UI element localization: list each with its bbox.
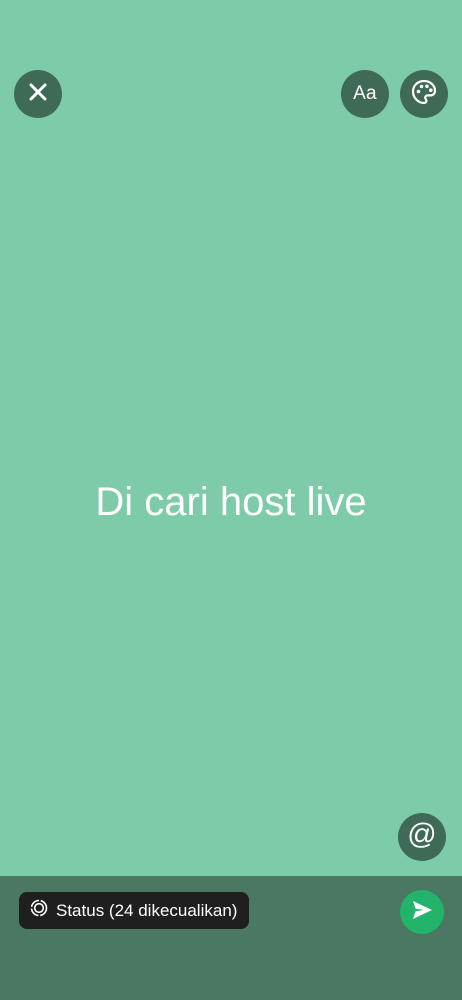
mention-button[interactable]: @ xyxy=(398,813,446,861)
palette-icon xyxy=(410,78,438,111)
mention-icon: @ xyxy=(407,818,437,855)
status-ring-icon xyxy=(30,899,48,922)
send-button[interactable] xyxy=(400,890,444,934)
close-button[interactable] xyxy=(14,70,62,118)
text-status-composer: Aa Di cari host live @ Status (24 dikecu… xyxy=(0,0,462,1000)
bottom-bar: Status (24 dikecualikan) xyxy=(0,876,462,1000)
send-icon xyxy=(411,899,433,926)
background-color-button[interactable] xyxy=(400,70,448,118)
svg-text:@: @ xyxy=(407,820,436,850)
font-style-label: Aa xyxy=(353,83,377,104)
audience-label: Status (24 dikecualikan) xyxy=(56,900,238,920)
font-style-button[interactable]: Aa xyxy=(341,70,389,118)
close-icon xyxy=(28,82,48,107)
status-text-input[interactable]: Di cari host live xyxy=(0,470,462,534)
audience-selector[interactable]: Status (24 dikecualikan) xyxy=(19,892,250,929)
